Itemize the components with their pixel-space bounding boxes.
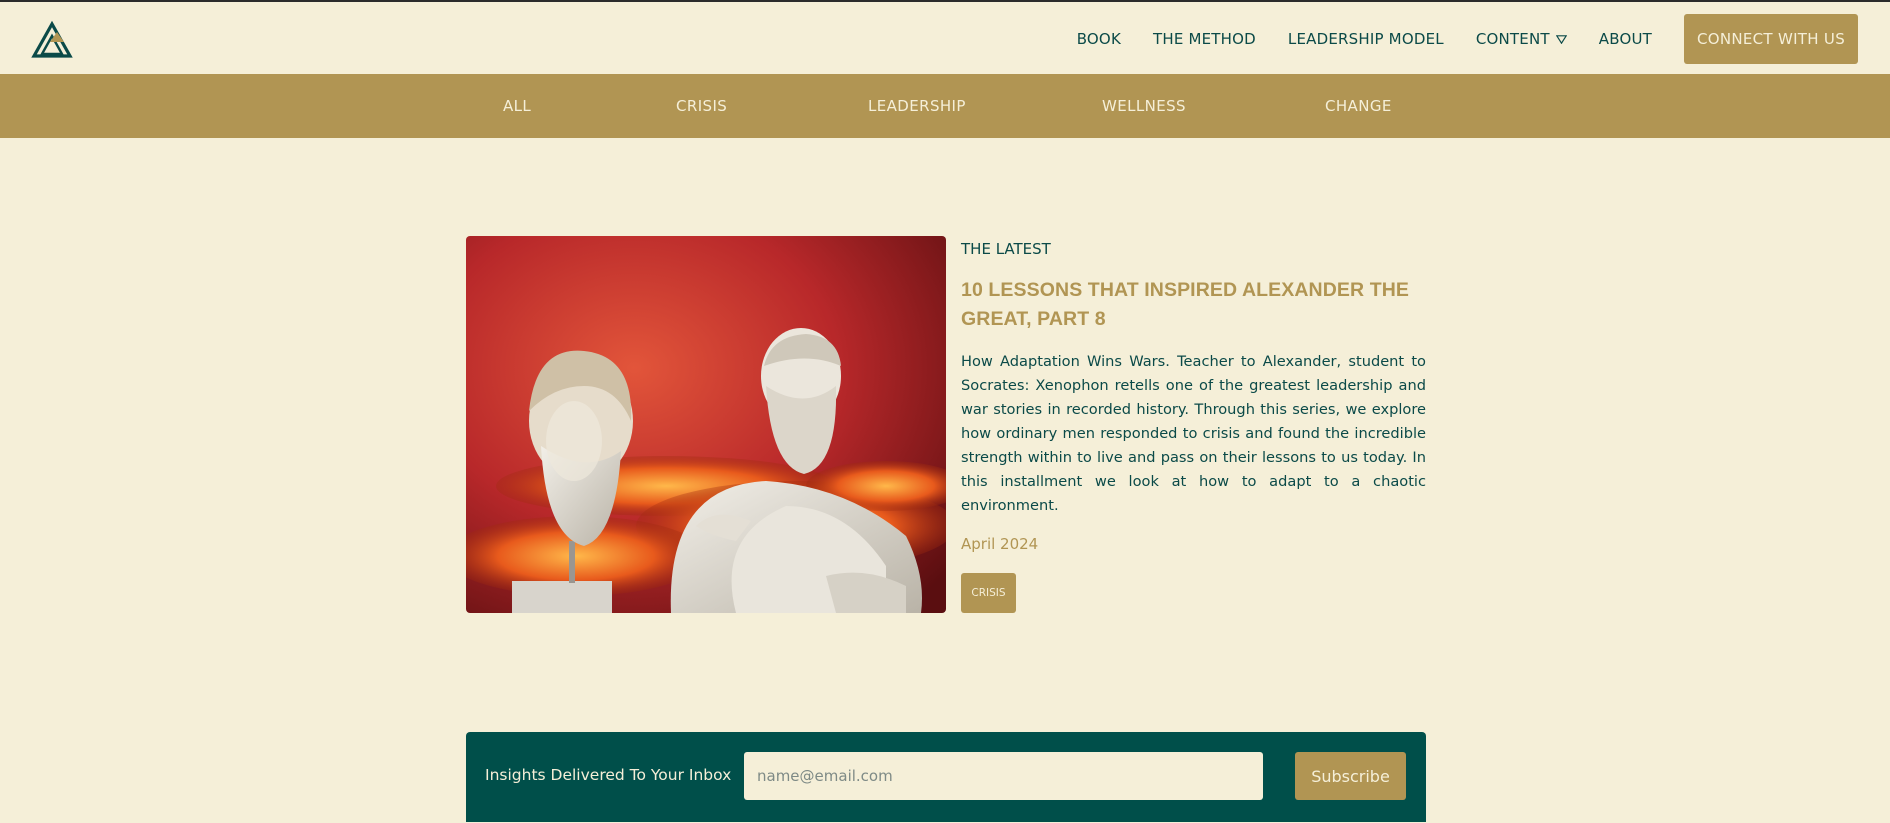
triangle-mountain-logo-icon[interactable] bbox=[30, 20, 74, 60]
featured-post-image[interactable] bbox=[466, 236, 946, 613]
category-leadership[interactable]: LEADERSHIP bbox=[868, 74, 966, 138]
subscribe-button[interactable]: Subscribe bbox=[1295, 752, 1406, 800]
category-bar: ALL CRISIS LEADERSHIP WELLNESS CHANGE bbox=[0, 74, 1890, 138]
post-date: April 2024 bbox=[961, 535, 1039, 553]
newsletter-signup: Insights Delivered To Your Inbox Subscri… bbox=[466, 732, 1426, 822]
nav-content-label: CONTENT bbox=[1475, 30, 1550, 48]
category-crisis[interactable]: CRISIS bbox=[676, 74, 727, 138]
triangle-down-icon bbox=[1555, 34, 1567, 44]
nav-about[interactable]: ABOUT bbox=[1599, 30, 1652, 48]
email-input[interactable] bbox=[744, 752, 1263, 800]
post-excerpt: How Adaptation Wins Wars. Teacher to Ale… bbox=[961, 353, 1426, 514]
nav-the-method[interactable]: THE METHOD bbox=[1153, 30, 1256, 48]
newsletter-label: Insights Delivered To Your Inbox bbox=[485, 766, 732, 784]
category-all[interactable]: ALL bbox=[503, 74, 531, 138]
site-header: BOOK THE METHOD LEADERSHIP MODEL CONTENT… bbox=[0, 0, 1890, 74]
post-title[interactable]: 10 LESSONS THAT INSPIRED ALEXANDER THE G… bbox=[961, 276, 1431, 334]
nav-leadership-model[interactable]: LEADERSHIP MODEL bbox=[1288, 30, 1444, 48]
connect-with-us-button[interactable]: CONNECT WITH US bbox=[1684, 14, 1858, 64]
category-wellness[interactable]: WELLNESS bbox=[1102, 74, 1186, 138]
latest-label: THE LATEST bbox=[961, 240, 1051, 258]
nav-book[interactable]: BOOK bbox=[1077, 30, 1121, 48]
post-tag-crisis[interactable]: CRISIS bbox=[961, 573, 1016, 613]
nav-content-dropdown[interactable]: CONTENT bbox=[1476, 30, 1567, 48]
main-nav: BOOK THE METHOD LEADERSHIP MODEL CONTENT… bbox=[1077, 2, 1890, 76]
category-change[interactable]: CHANGE bbox=[1325, 74, 1392, 138]
